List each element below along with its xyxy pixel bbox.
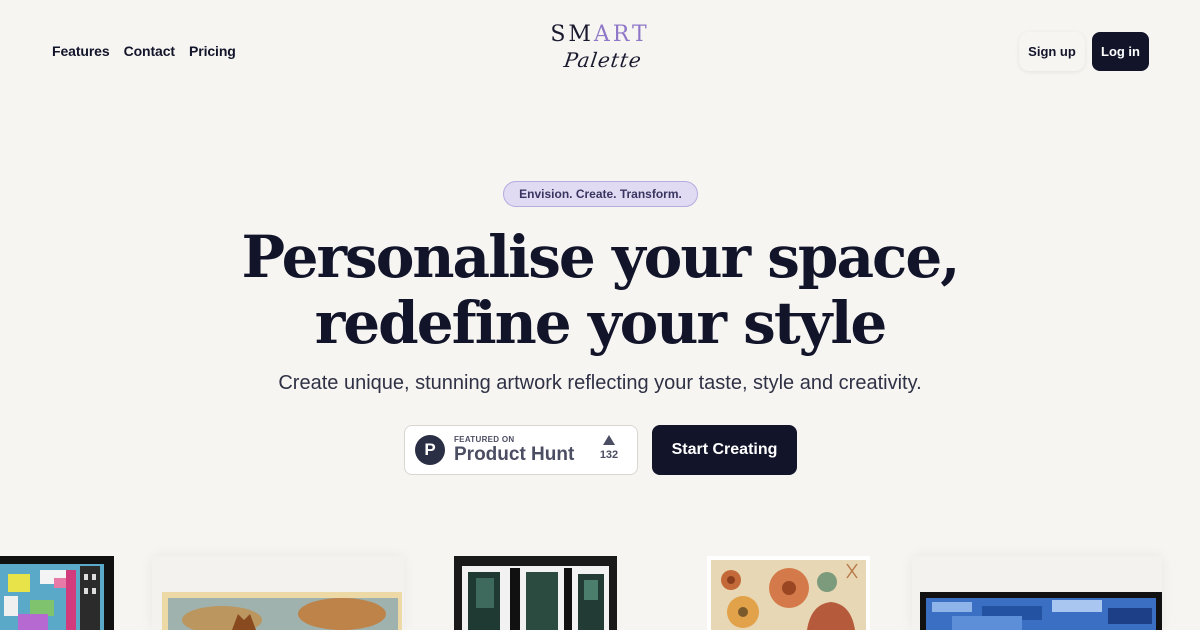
start-creating-button[interactable]: Start Creating [652,425,797,475]
smart-palette-logo[interactable]: SMART Palette [540,22,660,82]
upvote-arrow-icon [603,435,615,445]
artwork-card-graffiti[interactable] [0,556,114,630]
product-hunt-name: Product Hunt [454,443,575,465]
floral-artwork-image [707,556,870,630]
product-hunt-badge[interactable]: P FEATURED ON Product Hunt 132 [404,425,638,475]
product-hunt-text: FEATURED ON Product Hunt [454,435,574,466]
blue-abstract-artwork-image [912,556,1162,630]
logo-wordmark-prefix: SM [550,22,594,47]
product-hunt-votes: 132 [597,435,621,461]
product-hunt-featured-label: FEATURED ON [454,434,515,444]
artwork-card-fox[interactable] [152,556,404,630]
headline-line-1: Personalise your space, [241,223,961,291]
hero-subtitle: Create unique, stunning artwork reflecti… [278,372,922,394]
main-nav: Features Contact Pricing [52,43,236,59]
product-hunt-vote-count: 132 [599,449,619,461]
hero-headline: Personalise your space, redefine your st… [0,224,1200,356]
signup-button[interactable]: Sign up [1019,32,1085,71]
logo-script: Palette [562,48,644,72]
artwork-card-floral[interactable] [707,556,870,630]
graffiti-artwork-image [0,556,114,630]
nav-link-features[interactable]: Features [52,43,110,59]
architecture-artwork-image [454,556,617,630]
nav-link-pricing[interactable]: Pricing [189,43,236,59]
fox-artwork-image [152,556,404,630]
nav-link-contact[interactable]: Contact [124,43,176,59]
tagline-pill: Envision. Create. Transform. [503,181,698,207]
product-hunt-icon: P [415,435,445,465]
logo-wordmark: SMART [540,22,660,48]
headline-line-2: redefine your style [314,289,888,357]
artwork-card-blue-abstract[interactable] [912,556,1162,630]
logo-wordmark-accent: ART [593,22,650,47]
login-button[interactable]: Log in [1092,32,1149,71]
artwork-card-architecture[interactable] [454,556,617,630]
